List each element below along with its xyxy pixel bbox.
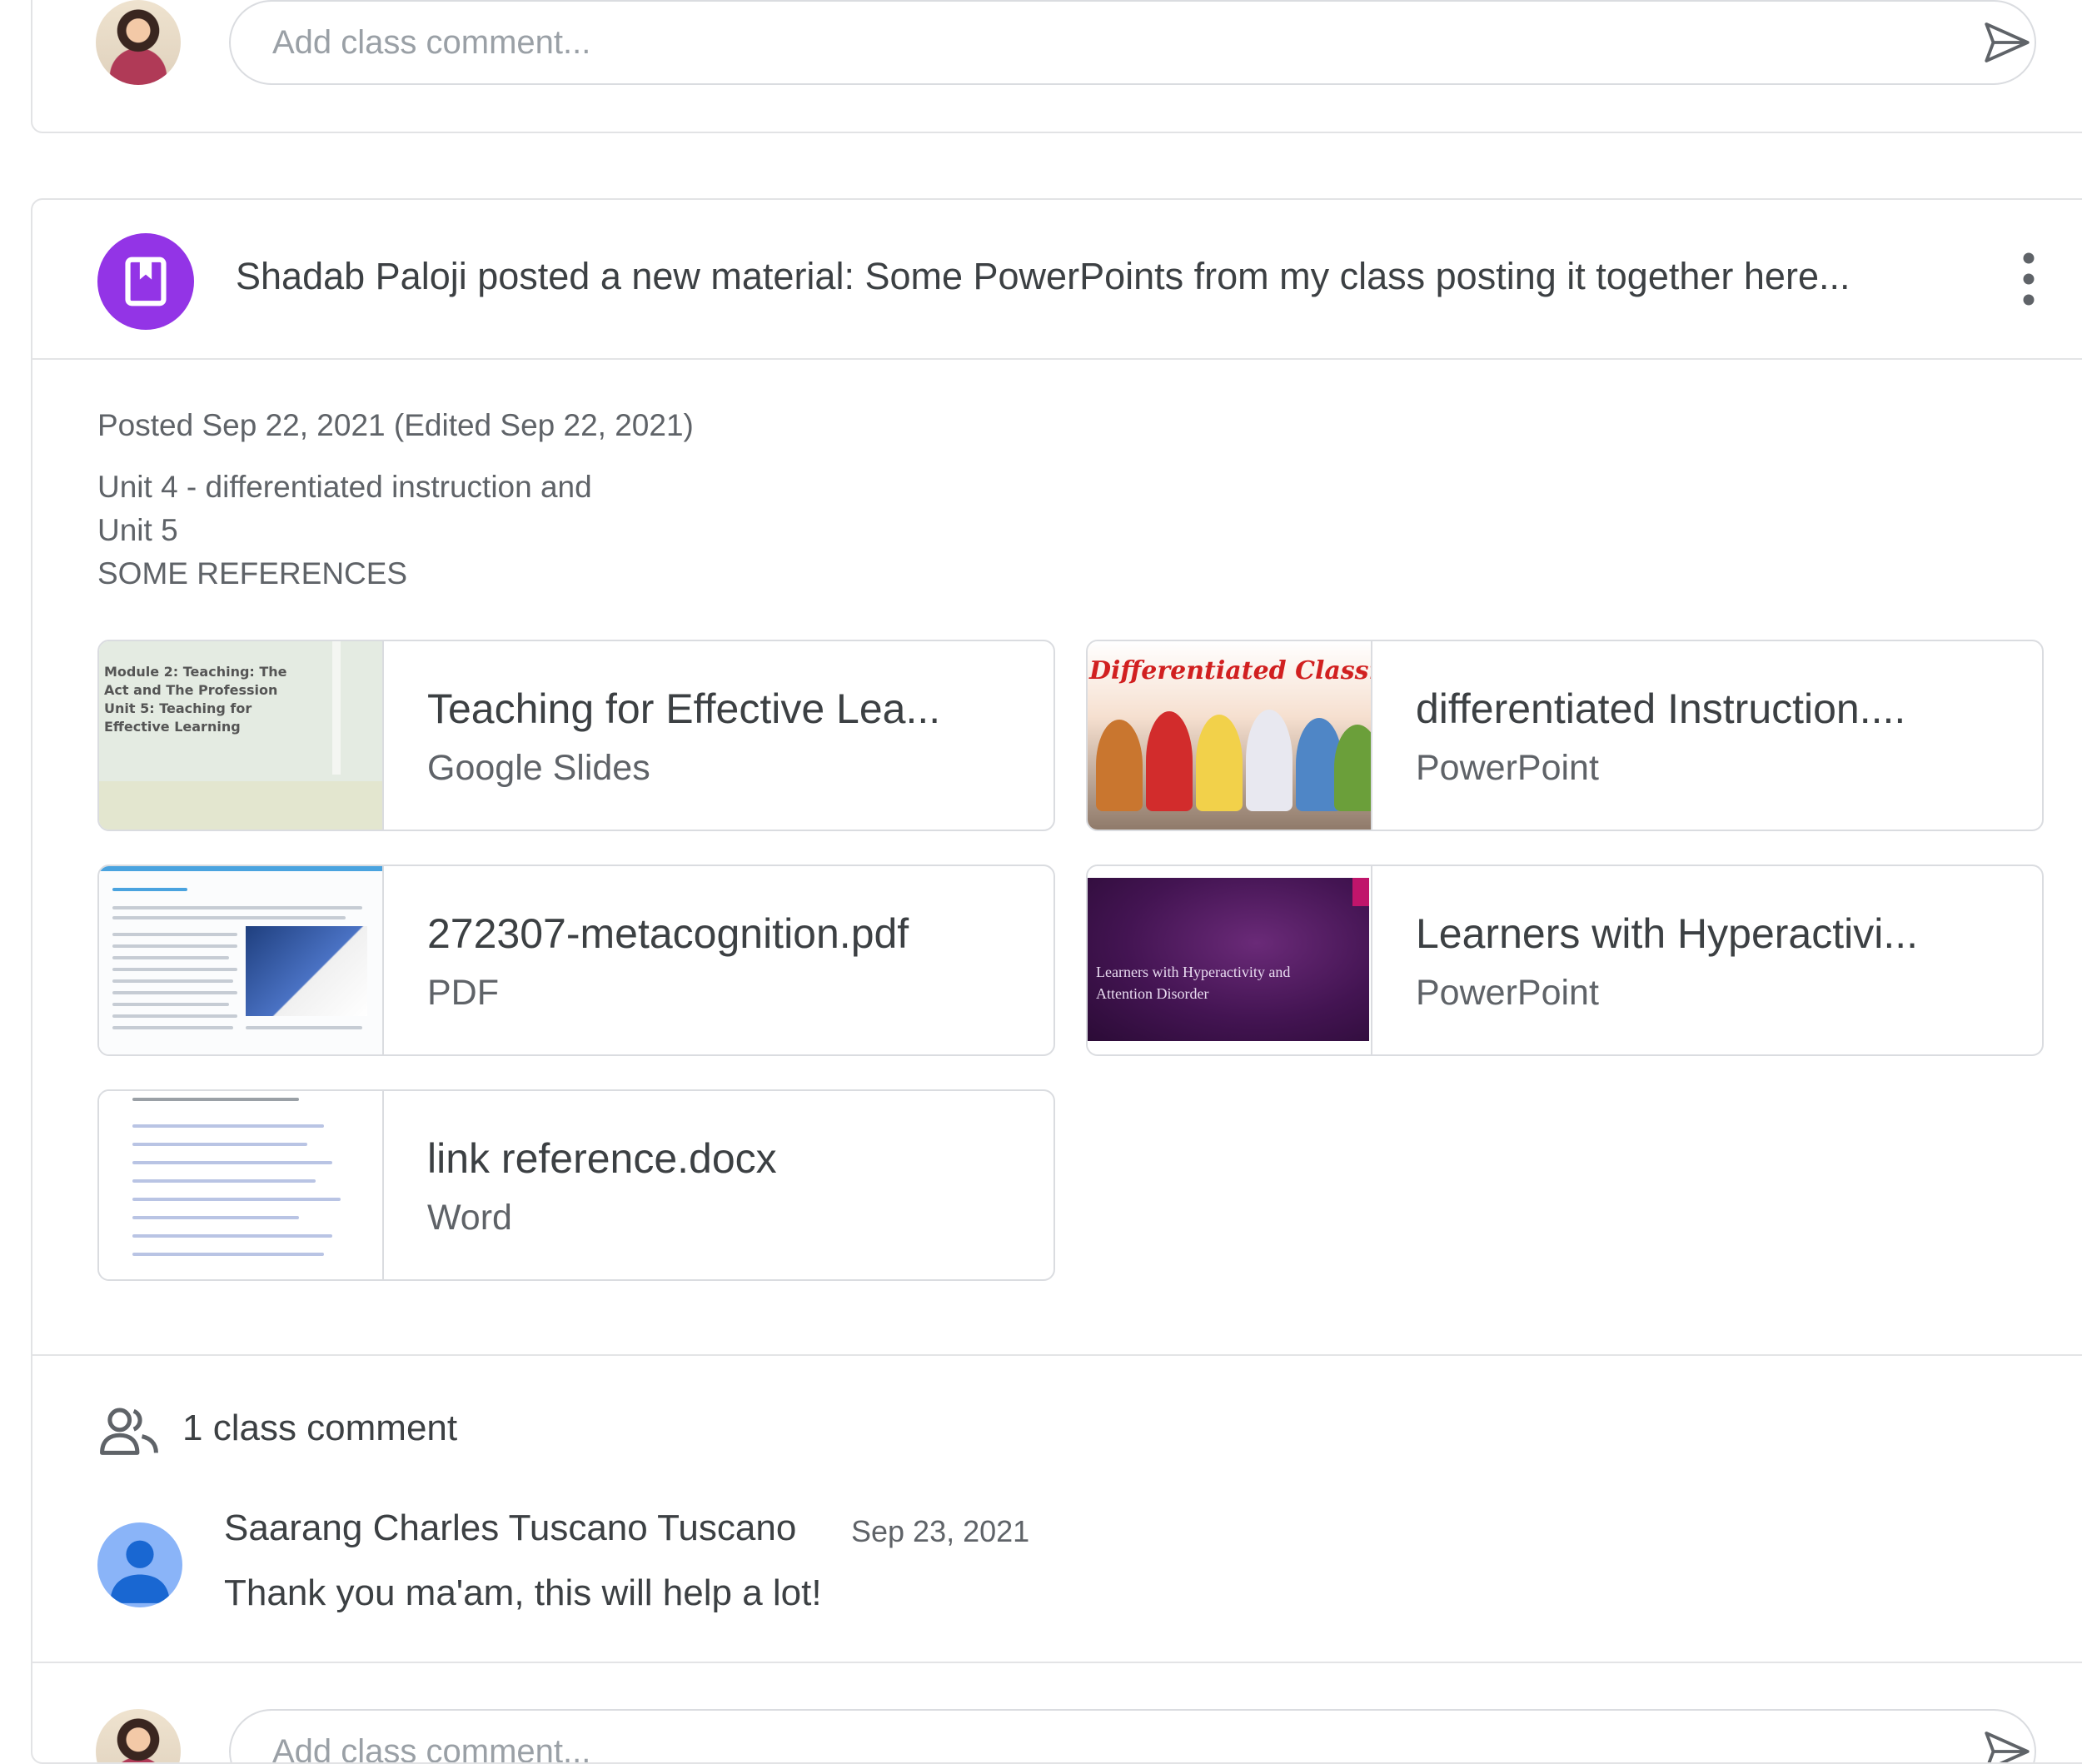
attachment-title: Teaching for Effective Lea... bbox=[427, 685, 941, 732]
attachment-thumbnail: Learners with Hyperactivity and Attentio… bbox=[1088, 866, 1372, 1054]
attachment-thumbnail bbox=[99, 866, 384, 1054]
attachment-type: PowerPoint bbox=[1416, 973, 1599, 1013]
post-header[interactable]: Shadab Paloji posted a new material: Som… bbox=[32, 200, 2082, 360]
divider bbox=[32, 1662, 2082, 1663]
current-user-avatar bbox=[96, 1709, 181, 1762]
attachment-powerpoint[interactable]: Differentiated Classr differentiated Ins… bbox=[1086, 640, 2044, 831]
more-vert-icon[interactable] bbox=[2008, 250, 2050, 308]
class-comment-input[interactable] bbox=[229, 0, 2036, 85]
attachment-powerpoint[interactable]: Learners with Hyperactivity and Attentio… bbox=[1086, 865, 2044, 1056]
comment-date: Sep 23, 2021 bbox=[851, 1514, 1030, 1548]
divider bbox=[32, 1354, 2082, 1356]
attachment-type: Word bbox=[427, 1198, 512, 1238]
class-comments-count[interactable]: 1 class comment bbox=[182, 1408, 457, 1449]
post-title[interactable]: Shadab Paloji posted a new material: Som… bbox=[236, 255, 1850, 298]
attachment-type: Google Slides bbox=[427, 748, 650, 788]
comment-author: Saarang Charles Tuscano Tuscano bbox=[224, 1507, 797, 1548]
thumbnail-caption: Module 2: Teaching: The Act and The Prof… bbox=[104, 664, 287, 735]
attachment-word[interactable]: link reference.docx Word bbox=[97, 1089, 1055, 1281]
attachment-title: differentiated Instruction.... bbox=[1416, 685, 1906, 732]
attachment-title: link reference.docx bbox=[427, 1135, 777, 1182]
post-description-line: Unit 5 bbox=[97, 513, 178, 547]
add-comment-row bbox=[96, 1709, 2082, 1762]
post-date: Posted Sep 22, 2021 (Edited Sep 22, 2021… bbox=[97, 408, 694, 442]
class-comment-input[interactable] bbox=[229, 1709, 2036, 1762]
attachment-thumbnail bbox=[99, 1091, 384, 1279]
top-comment-card bbox=[31, 0, 2082, 133]
attachment-pdf[interactable]: 272307-metacognition.pdf PDF bbox=[97, 865, 1055, 1056]
current-user-avatar bbox=[96, 0, 181, 85]
material-post-card: Shadab Paloji posted a new material: Som… bbox=[31, 198, 2082, 1764]
attachment-google-slides[interactable]: Module 2: Teaching: The Act and The Prof… bbox=[97, 640, 1055, 831]
attachment-thumbnail: Differentiated Classr bbox=[1088, 641, 1372, 830]
attachment-thumbnail: Module 2: Teaching: The Act and The Prof… bbox=[99, 641, 384, 830]
post-description-line: Unit 4 - differentiated instruction and bbox=[97, 470, 592, 504]
thumbnail-caption: Learners with Hyperactivity and Attentio… bbox=[1096, 964, 1291, 1002]
attachment-type: PowerPoint bbox=[1416, 748, 1599, 788]
post-description-line: SOME REFERENCES bbox=[97, 556, 408, 590]
send-icon[interactable] bbox=[1978, 15, 2036, 70]
material-icon bbox=[97, 233, 194, 330]
add-comment-row bbox=[96, 0, 2082, 92]
thumbnail-caption: Differentiated Classr bbox=[1089, 656, 1372, 685]
people-icon bbox=[97, 1406, 161, 1458]
attachment-title: Learners with Hyperactivi... bbox=[1416, 910, 1919, 957]
send-icon[interactable] bbox=[1978, 1724, 2036, 1762]
comment-text: Thank you ma'am, this will help a lot! bbox=[224, 1572, 822, 1613]
attachment-title: 272307-metacognition.pdf bbox=[427, 910, 909, 957]
attachment-type: PDF bbox=[427, 973, 499, 1013]
person-icon bbox=[97, 1522, 182, 1607]
